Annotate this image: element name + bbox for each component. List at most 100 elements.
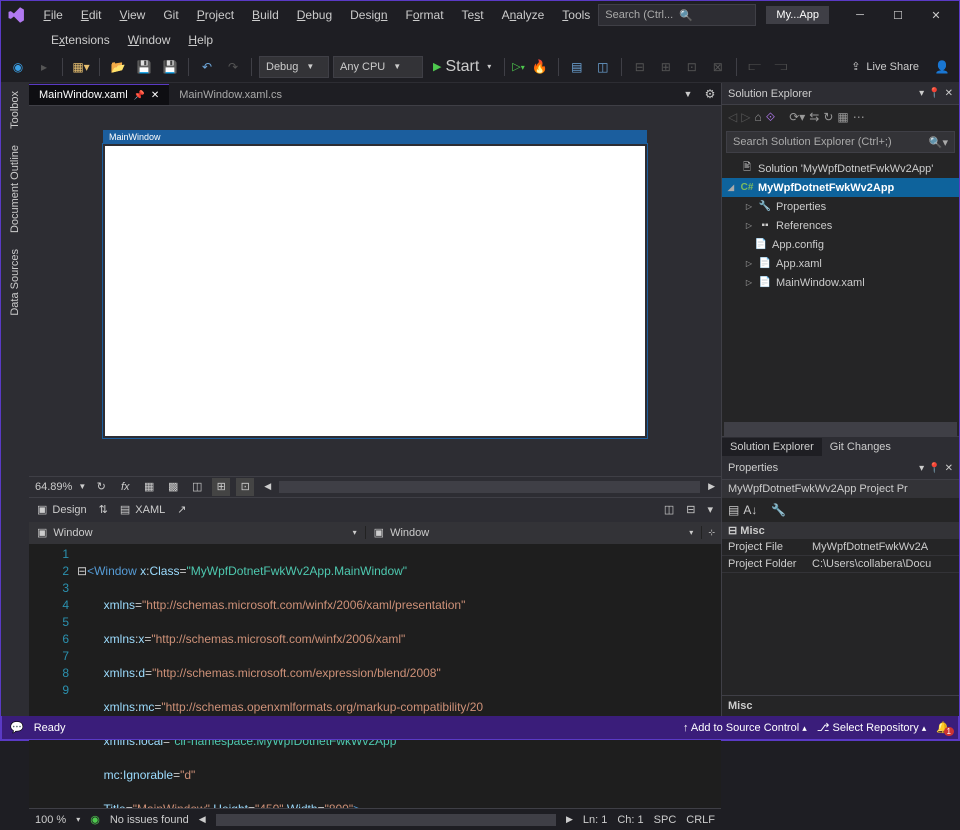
- tool-icon[interactable]: ▤: [566, 56, 588, 78]
- tool-icon[interactable]: ⫍: [744, 56, 766, 78]
- menu-window[interactable]: Window: [120, 30, 179, 50]
- code-content[interactable]: ⊟<Window x:Class="MyWpfDotnetFwkWv2App.M…: [77, 544, 721, 808]
- menu-edit[interactable]: Edit: [73, 5, 110, 25]
- fwd-icon[interactable]: ▷: [741, 110, 750, 124]
- nav-member-combo[interactable]: ▣Window▾: [366, 526, 703, 539]
- indent-indicator[interactable]: SPC: [654, 814, 677, 826]
- overflow-icon[interactable]: ⋯: [853, 110, 865, 124]
- tree-solution[interactable]: 🖹Solution 'MyWpfDotnetFwkWv2App': [722, 159, 959, 178]
- tab-git-changes[interactable]: Git Changes: [822, 438, 899, 456]
- split-icon[interactable]: ⊹: [702, 528, 721, 537]
- scroll-left-icon[interactable]: ◀: [264, 481, 271, 492]
- open-button[interactable]: 📂: [107, 56, 129, 78]
- search-input[interactable]: Search (Ctrl... 🔍: [598, 4, 756, 26]
- dropdown-icon[interactable]: ▾: [919, 463, 924, 474]
- menu-debug[interactable]: Debug: [289, 5, 340, 25]
- refresh-icon[interactable]: ↻: [92, 478, 110, 496]
- toolbox-tab[interactable]: Toolbox: [5, 83, 25, 137]
- menu-tools[interactable]: Tools: [554, 5, 598, 25]
- categorized-icon[interactable]: ▤: [728, 503, 739, 517]
- split-h-icon[interactable]: ◫: [664, 503, 674, 516]
- zoom-level[interactable]: 64.89%: [35, 481, 72, 493]
- nav-fwd-button[interactable]: ▸: [33, 56, 55, 78]
- tab-solution-explorer[interactable]: Solution Explorer: [722, 438, 822, 456]
- chevron-down-icon[interactable]: ▼: [78, 482, 86, 491]
- save-all-button[interactable]: 💾: [159, 56, 181, 78]
- scroll-right-icon[interactable]: ▶: [708, 481, 715, 492]
- data-sources-tab[interactable]: Data Sources: [5, 241, 25, 324]
- nav-scope-combo[interactable]: ▣Window▾: [29, 526, 366, 539]
- fx-icon[interactable]: fx: [116, 478, 134, 496]
- collapse-icon[interactable]: ⇆: [809, 110, 819, 124]
- maximize-button[interactable]: ☐: [881, 4, 915, 26]
- tab-mainwindow-cs[interactable]: MainWindow.xaml.cs: [169, 85, 292, 105]
- pin-icon[interactable]: 📍: [928, 463, 940, 474]
- document-outline-tab[interactable]: Document Outline: [5, 137, 25, 241]
- code-zoom[interactable]: 100 %: [35, 814, 66, 826]
- collapse-icon[interactable]: ▾: [707, 503, 713, 516]
- menu-analyze[interactable]: Analyze: [494, 5, 553, 25]
- menu-build[interactable]: Build: [244, 5, 287, 25]
- menu-test[interactable]: Test: [454, 5, 492, 25]
- pin-icon[interactable]: 📌: [134, 90, 145, 101]
- platform-combo[interactable]: Any CPU▼: [333, 56, 423, 78]
- xaml-mode-button[interactable]: ▤XAML: [120, 503, 165, 516]
- issues-label[interactable]: No issues found: [110, 814, 189, 826]
- tool-icon[interactable]: ◫: [592, 56, 614, 78]
- properties-grid[interactable]: ⊟ Misc Project FileMyWpfDotnetFwkWv2A Pr…: [722, 522, 959, 573]
- gear-icon[interactable]: ⚙: [699, 83, 721, 105]
- props-section-misc[interactable]: ⊟ Misc: [722, 522, 959, 539]
- switch-view-icon[interactable]: ⟐: [766, 110, 775, 125]
- new-project-button[interactable]: ▦▾: [70, 56, 92, 78]
- dropdown-icon[interactable]: ▾: [919, 88, 924, 99]
- show-all-icon[interactable]: ▦: [837, 110, 848, 124]
- window-mock[interactable]: MainWindow: [105, 146, 645, 436]
- menu-git[interactable]: Git: [155, 5, 186, 25]
- add-source-control-button[interactable]: ↑ Add to Source Control ▴: [683, 722, 807, 734]
- close-icon[interactable]: ✕: [151, 90, 159, 101]
- close-button[interactable]: ✕: [919, 4, 953, 26]
- solution-search-input[interactable]: Search Solution Explorer (Ctrl+;) 🔍▾: [726, 131, 955, 153]
- scroll-right-icon[interactable]: ▶: [566, 814, 573, 825]
- tree-mainwindow[interactable]: ▷📄MainWindow.xaml: [722, 273, 959, 292]
- wrench-icon[interactable]: 🔧: [771, 503, 786, 517]
- line-indicator[interactable]: Ln: 1: [583, 814, 607, 826]
- refresh-icon[interactable]: ↻: [823, 110, 833, 124]
- design-mode-button[interactable]: ▣Design: [37, 503, 87, 516]
- tool-icon[interactable]: ⊟: [629, 56, 651, 78]
- tree-properties[interactable]: ▷🔧Properties: [722, 197, 959, 216]
- account-icon[interactable]: 👤: [931, 56, 953, 78]
- swap-icon[interactable]: ⇅: [99, 503, 108, 516]
- nav-back-button[interactable]: ◉: [7, 56, 29, 78]
- menu-design[interactable]: Design: [342, 5, 395, 25]
- tool-icon[interactable]: ⊠: [707, 56, 729, 78]
- hot-reload-button[interactable]: 🔥: [529, 56, 551, 78]
- props-row-projectfolder[interactable]: Project FolderC:\Users\collabera\Docu: [722, 556, 959, 573]
- back-icon[interactable]: ◁: [728, 110, 737, 124]
- app-name-badge[interactable]: My...App: [766, 6, 829, 24]
- start-debug-button[interactable]: ▶Start▾: [427, 56, 497, 78]
- split-v-icon[interactable]: ⊟: [686, 503, 695, 516]
- undo-button[interactable]: ↶: [196, 56, 218, 78]
- menu-help[interactable]: Help: [180, 30, 221, 50]
- col-indicator[interactable]: Ch: 1: [617, 814, 643, 826]
- snap-icon[interactable]: ▩: [164, 478, 182, 496]
- close-icon[interactable]: ✕: [945, 463, 953, 474]
- menu-project[interactable]: Project: [189, 5, 242, 25]
- live-share-button[interactable]: ⇪Live Share: [851, 60, 919, 73]
- design-canvas[interactable]: MainWindow: [29, 106, 721, 476]
- h-scrollbar[interactable]: [216, 814, 556, 826]
- tree-project[interactable]: ◢C#MyWpfDotnetFwkWv2App: [722, 178, 959, 197]
- save-button[interactable]: 💾: [133, 56, 155, 78]
- tab-overflow-icon[interactable]: ▼: [677, 83, 699, 105]
- tree-references[interactable]: ▷▪▪References: [722, 216, 959, 235]
- snap-icon[interactable]: ⊞: [212, 478, 230, 496]
- code-editor[interactable]: 123456789 ⊟<Window x:Class="MyWpfDotnetF…: [29, 544, 721, 808]
- select-repo-button[interactable]: ⎇ Select Repository ▴: [817, 721, 927, 734]
- start-no-debug-button[interactable]: ▷▾: [512, 60, 524, 73]
- tool-icon[interactable]: ⊡: [681, 56, 703, 78]
- tree-appconfig[interactable]: 📄App.config: [722, 235, 959, 254]
- scroll-left-icon[interactable]: ◀: [199, 814, 206, 825]
- tool-icon[interactable]: ⊞: [655, 56, 677, 78]
- snap-icon[interactable]: ⊡: [236, 478, 254, 496]
